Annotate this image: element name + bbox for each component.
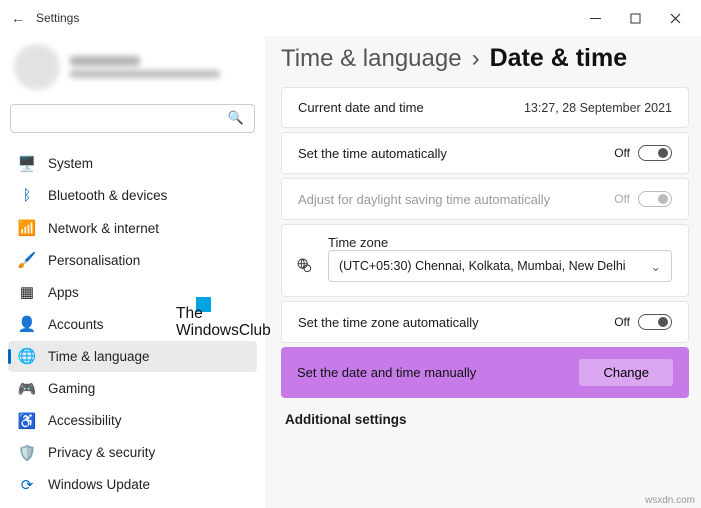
person-icon: 👤 <box>18 315 36 333</box>
manual-datetime-label: Set the date and time manually <box>297 365 579 380</box>
nav-label: System <box>48 156 93 171</box>
auto-time-toggle[interactable] <box>638 145 672 161</box>
dst-label: Adjust for daylight saving time automati… <box>298 192 614 207</box>
auto-tz-card: Set the time zone automatically Off <box>281 301 689 343</box>
breadcrumb-parent[interactable]: Time & language <box>281 45 462 73</box>
watermark-site: wsxdn.com <box>645 495 695 506</box>
nav-privacy[interactable]: 🛡️ Privacy & security <box>8 438 257 468</box>
timezone-card: Time zone (UTC+05:30) Chennai, Kolkata, … <box>281 224 689 297</box>
nav-system[interactable]: 🖥️ System <box>8 149 257 179</box>
nav-gaming[interactable]: 🎮 Gaming <box>8 374 257 404</box>
breadcrumb-current: Date & time <box>490 44 628 73</box>
search-input[interactable] <box>21 111 228 126</box>
current-datetime-label: Current date and time <box>298 100 524 115</box>
nav-label: Network & internet <box>48 221 159 236</box>
system-icon: 🖥️ <box>18 155 36 173</box>
avatar <box>14 44 60 90</box>
nav-label: Bluetooth & devices <box>48 188 167 203</box>
search-icon: 🔍 <box>228 110 244 126</box>
main-panel: Time & language › Date & time Current da… <box>265 36 701 508</box>
apps-icon: ▦ <box>18 283 36 301</box>
nav-network[interactable]: 📶 Network & internet <box>8 213 257 243</box>
nav-label: Accounts <box>48 317 104 332</box>
breadcrumb: Time & language › Date & time <box>281 44 689 73</box>
dst-card: Adjust for daylight saving time automati… <box>281 178 689 220</box>
nav-bluetooth[interactable]: ᛒ Bluetooth & devices <box>8 181 257 211</box>
accessibility-icon: ♿ <box>18 412 36 430</box>
account-block[interactable] <box>8 40 257 104</box>
auto-tz-toggle[interactable] <box>638 314 672 330</box>
auto-tz-state: Off <box>614 315 630 329</box>
auto-time-label: Set the time automatically <box>298 146 614 161</box>
nav-label: Apps <box>48 285 79 300</box>
search-box[interactable]: 🔍 <box>10 104 255 133</box>
nav-personalisation[interactable]: 🖌️ Personalisation <box>8 245 257 275</box>
watermark-brand: The WindowsClub <box>176 305 271 339</box>
minimize-button[interactable] <box>575 4 615 32</box>
dst-state: Off <box>614 192 630 206</box>
gamepad-icon: 🎮 <box>18 380 36 398</box>
nav-label: Privacy & security <box>48 445 155 460</box>
auto-time-card: Set the time automatically Off <box>281 132 689 174</box>
update-icon: ⟳ <box>18 476 36 494</box>
shield-icon: 🛡️ <box>18 444 36 462</box>
globe-icon <box>296 257 312 276</box>
manual-datetime-card: Set the date and time manually Change <box>281 347 689 398</box>
current-datetime-card: Current date and time 13:27, 28 Septembe… <box>281 87 689 128</box>
additional-settings-heading: Additional settings <box>285 412 689 427</box>
current-datetime-value: 13:27, 28 September 2021 <box>524 101 672 115</box>
chevron-right-icon: › <box>472 45 480 73</box>
dst-toggle <box>638 191 672 207</box>
nav-time-language[interactable]: 🌐 Time & language <box>8 341 257 371</box>
auto-time-state: Off <box>614 146 630 160</box>
wifi-icon: 📶 <box>18 219 36 237</box>
change-button[interactable]: Change <box>579 359 673 386</box>
timezone-title: Time zone <box>328 235 672 250</box>
nav-apps[interactable]: ▦ Apps <box>8 277 257 307</box>
nav-label: Gaming <box>48 381 95 396</box>
nav-label: Windows Update <box>48 477 150 492</box>
timezone-select[interactable]: (UTC+05:30) Chennai, Kolkata, Mumbai, Ne… <box>328 250 672 282</box>
nav-label: Time & language <box>48 349 150 364</box>
nav-update[interactable]: ⟳ Windows Update <box>8 470 257 500</box>
back-button[interactable]: ← <box>6 10 30 26</box>
sidebar: 🔍 🖥️ System ᛒ Bluetooth & devices 📶 Netw… <box>0 36 265 508</box>
nav-accessibility[interactable]: ♿ Accessibility <box>8 406 257 436</box>
nav-label: Accessibility <box>48 413 122 428</box>
close-button[interactable] <box>655 4 695 32</box>
brush-icon: 🖌️ <box>18 251 36 269</box>
timezone-value: (UTC+05:30) Chennai, Kolkata, Mumbai, Ne… <box>339 259 626 273</box>
titlebar: ← Settings <box>0 0 701 36</box>
chevron-down-icon: ⌄ <box>651 259 661 274</box>
maximize-button[interactable] <box>615 4 655 32</box>
globe-clock-icon: 🌐 <box>18 347 36 365</box>
bluetooth-icon: ᛒ <box>18 187 36 205</box>
nav-label: Personalisation <box>48 253 140 268</box>
window-title: Settings <box>36 11 79 25</box>
auto-tz-label: Set the time zone automatically <box>298 315 614 330</box>
